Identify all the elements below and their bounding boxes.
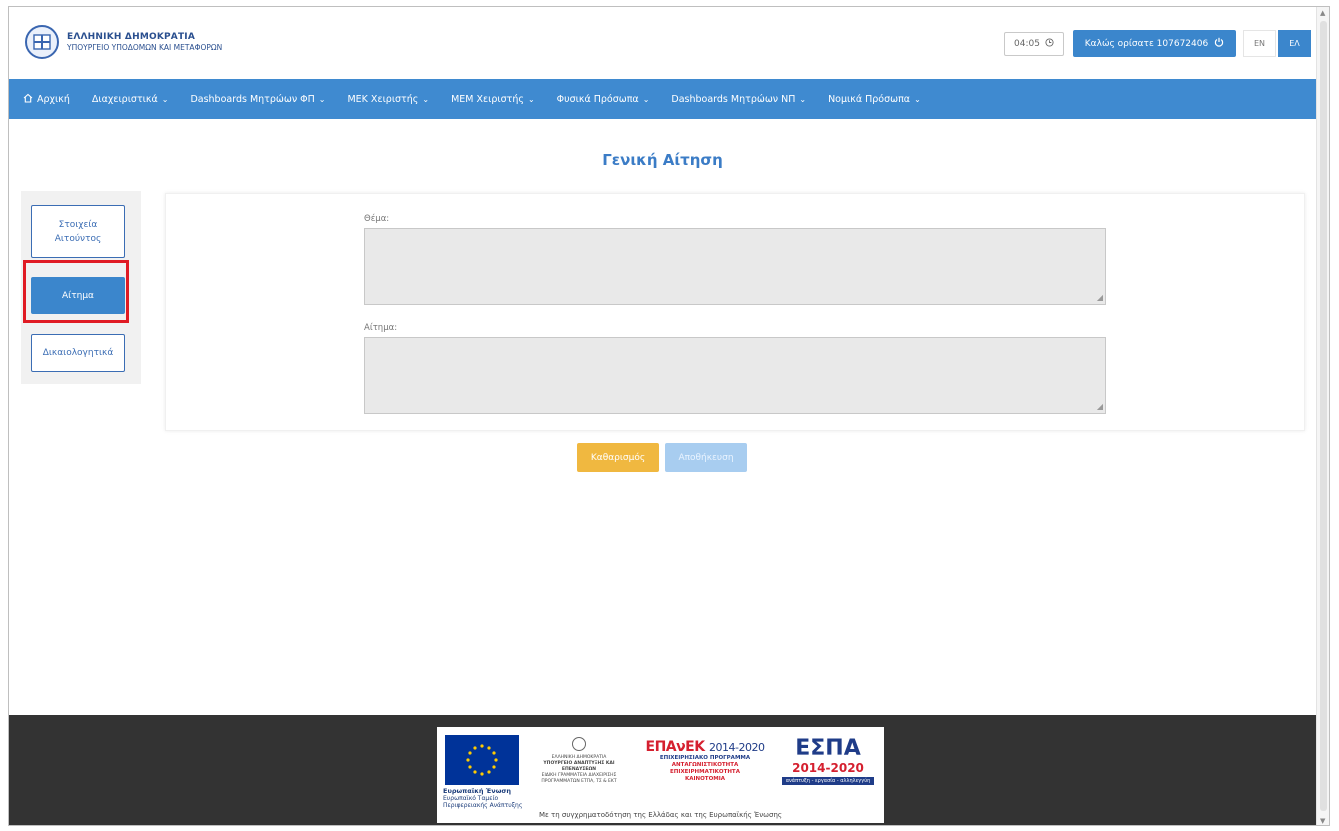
welcome-text: Καλώς ορίσατε 107672406 bbox=[1084, 38, 1209, 49]
session-timer: 04:05 bbox=[1004, 32, 1064, 56]
subject-textarea[interactable]: ◢ bbox=[364, 228, 1106, 305]
chevron-down-icon: ⌄ bbox=[318, 94, 326, 104]
nav-natural-persons[interactable]: Φυσικά Πρόσωπα ⌄ bbox=[557, 94, 650, 105]
request-form-card: Θέμα: ◢ Αίτημα: ◢ bbox=[165, 193, 1305, 431]
step-request[interactable]: Αίτημα bbox=[31, 277, 125, 314]
ministry-block: ΕΛΛΗΝΙΚΗ ΔΗΜΟΚΡΑΤΙΑ ΥΠΟΥΡΓΕΙΟ ΑΝΑΠΤΥΞΗΣ … bbox=[533, 737, 625, 785]
footer: Ευρωπαϊκή Ένωση Ευρωπαϊκό Ταμείο Περιφερ… bbox=[9, 715, 1316, 825]
org-name: ΕΛΛΗΝΙΚΗ ΔΗΜΟΚΡΑΤΙΑ bbox=[67, 31, 196, 42]
chevron-down-icon: ⌄ bbox=[527, 94, 535, 104]
clear-button[interactable]: Καθαρισμός bbox=[577, 443, 659, 472]
top-header: ΕΛΛΗΝΙΚΗ ΔΗΜΟΚΡΑΤΙΑ ΥΠΟΥΡΓΕΙΟ ΥΠΟΔΟΜΩΝ Κ… bbox=[9, 7, 1316, 79]
cofund-text: Με τη συγχρηματοδότηση της Ελλάδας και τ… bbox=[538, 811, 783, 819]
step-documents[interactable]: Δικαιολογητικά bbox=[31, 334, 125, 372]
nav-legal-entities[interactable]: Νομικά Πρόσωπα ⌄ bbox=[828, 94, 921, 105]
home-icon bbox=[23, 93, 33, 106]
lang-el-button[interactable]: ΕΛ bbox=[1278, 30, 1311, 57]
power-icon bbox=[1214, 37, 1224, 50]
chevron-down-icon: ⌄ bbox=[642, 94, 650, 104]
chevron-down-icon: ⌄ bbox=[422, 94, 430, 104]
timer-value: 04:05 bbox=[1014, 39, 1040, 49]
scroll-thumb[interactable] bbox=[1320, 21, 1327, 811]
scroll-down-icon[interactable]: ▼ bbox=[1320, 817, 1325, 825]
ministry-logo[interactable]: ΕΛΛΗΝΙΚΗ ΔΗΜΟΚΡΑΤΙΑ ΥΠΟΥΡΓΕΙΟ ΥΠΟΔΟΜΩΝ Κ… bbox=[25, 25, 222, 59]
browser-frame: ΕΛΛΗΝΙΚΗ ΔΗΜΟΚΡΑΤΙΑ ΥΠΟΥΡΓΕΙΟ ΥΠΟΔΟΜΩΝ Κ… bbox=[8, 6, 1330, 826]
resize-grip-icon[interactable]: ◢ bbox=[1097, 403, 1103, 411]
chevron-down-icon: ⌄ bbox=[914, 94, 921, 104]
subject-label: Θέμα: bbox=[364, 214, 390, 224]
nav-dashboards-np[interactable]: Dashboards Μητρώων ΝΠ ⌄ bbox=[671, 94, 806, 105]
lang-en-button[interactable]: EN bbox=[1243, 30, 1276, 57]
nav-admin[interactable]: Διαχειριστικά ⌄ bbox=[92, 94, 169, 105]
chevron-down-icon: ⌄ bbox=[799, 94, 807, 104]
nav-mek-operator[interactable]: ΜΕΚ Χειριστής ⌄ bbox=[347, 94, 429, 105]
resize-grip-icon[interactable]: ◢ bbox=[1097, 294, 1103, 302]
save-button[interactable]: Αποθήκευση bbox=[665, 443, 747, 472]
chevron-down-icon: ⌄ bbox=[161, 94, 169, 104]
scroll-up-icon[interactable]: ▲ bbox=[1320, 9, 1325, 17]
seal-icon bbox=[572, 737, 586, 751]
main-nav: Αρχική Διαχειριστικά ⌄ Dashboards Μητρώω… bbox=[9, 79, 1316, 119]
step-applicant-details[interactable]: Στοιχεία Αιτούντος bbox=[31, 205, 125, 258]
step-sidebar: Στοιχεία Αιτούντος Αίτημα Δικαιολογητικά bbox=[21, 191, 141, 384]
funding-banner: Ευρωπαϊκή Ένωση Ευρωπαϊκό Ταμείο Περιφερ… bbox=[437, 727, 884, 823]
request-label: Αίτημα: bbox=[364, 323, 398, 333]
clock-icon bbox=[1045, 38, 1054, 50]
eu-caption: Ευρωπαϊκή Ένωση Ευρωπαϊκό Ταμείο Περιφερ… bbox=[443, 787, 523, 810]
espa-logo: ΕΣΠΑ 2014-2020 ανάπτυξη - εργασία - αλλη… bbox=[782, 737, 874, 785]
ministry-name: ΥΠΟΥΡΓΕΙΟ ΥΠΟΔΟΜΩΝ ΚΑΙ ΜΕΤΑΦΟΡΩΝ bbox=[67, 42, 223, 52]
eu-flag-icon bbox=[445, 735, 519, 785]
nav-mem-operator[interactable]: ΜΕΜ Χειριστής ⌄ bbox=[451, 94, 535, 105]
request-textarea[interactable]: ◢ bbox=[364, 337, 1106, 414]
page-title: Γενική Αίτηση bbox=[602, 151, 723, 169]
user-logout-button[interactable]: Καλώς ορίσατε 107672406 bbox=[1073, 30, 1236, 57]
epanek-logo: ΕΠΑνΕΚ 2014-2020 ΕΠΙΧΕΙΡΗΣΙΑΚΟ ΠΡΟΓΡΑΜΜΑ… bbox=[645, 739, 765, 782]
coat-of-arms-icon bbox=[25, 25, 59, 59]
page-scrollbar[interactable]: ▲ ▼ bbox=[1316, 7, 1329, 825]
nav-home[interactable]: Αρχική bbox=[23, 93, 70, 106]
nav-dashboards-fp[interactable]: Dashboards Μητρώων ΦΠ ⌄ bbox=[190, 94, 325, 105]
